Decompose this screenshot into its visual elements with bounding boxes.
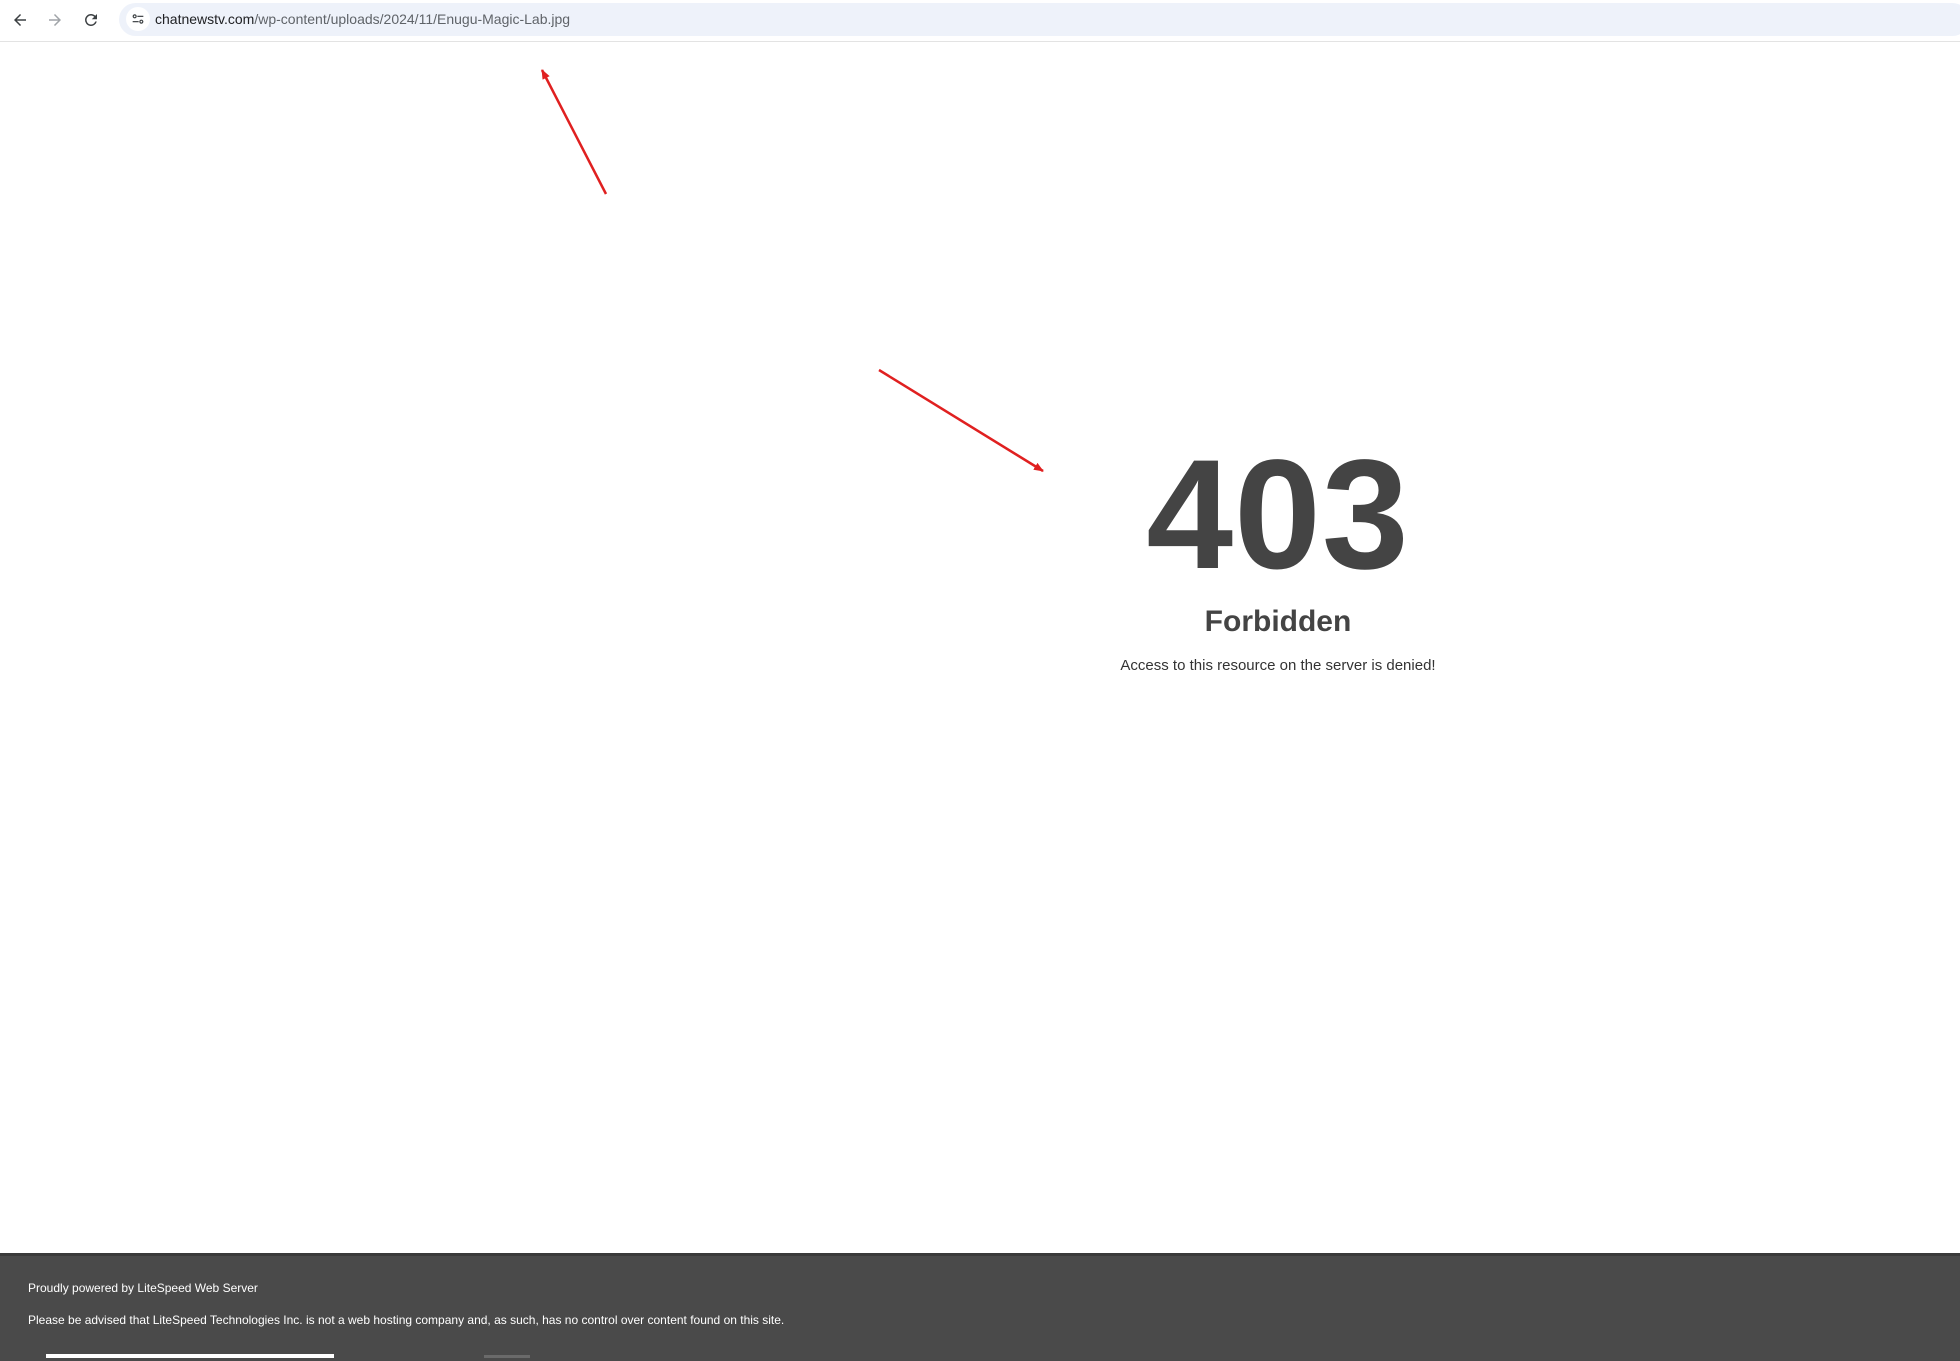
url-text[interactable]: chatnewstv.com/wp-content/uploads/2024/1… <box>155 11 570 28</box>
error-title: Forbidden <box>1204 605 1352 638</box>
annotation-arrow-url <box>540 69 608 195</box>
arrow-left-icon <box>14 14 26 26</box>
url-path: /wp-content/uploads/2024/11/Enugu-Magic-… <box>254 11 571 27</box>
server-footer: Proudly powered by LiteSpeed Web Server … <box>0 1253 1960 1361</box>
reload-button[interactable] <box>78 7 104 33</box>
error-panel: 403 Forbidden Access to this resource on… <box>1078 430 1478 675</box>
arrow-right-icon <box>49 14 61 26</box>
browser-toolbar: chatnewstv.com/wp-content/uploads/2024/1… <box>0 0 1960 42</box>
back-button[interactable] <box>7 7 33 33</box>
reload-icon <box>85 13 97 26</box>
error-code: 403 <box>1146 428 1410 602</box>
annotation-layer <box>540 69 1044 473</box>
error-message: Access to this resource on the server is… <box>1120 657 1436 674</box>
annotation-arrow-error <box>878 368 1044 473</box>
url-host: chatnewstv.com <box>155 11 255 27</box>
site-info-button[interactable] <box>126 7 150 31</box>
powered-by-text: Proudly powered by LiteSpeed Web Server <box>28 1281 258 1295</box>
tune-icon <box>132 14 144 24</box>
forward-button[interactable] <box>42 7 68 33</box>
disclaimer-text: Please be advised that LiteSpeed Technol… <box>28 1313 785 1327</box>
address-bar[interactable]: chatnewstv.com/wp-content/uploads/2024/1… <box>119 3 1960 36</box>
horizontal-scrollbar-thumb[interactable] <box>46 1354 334 1358</box>
